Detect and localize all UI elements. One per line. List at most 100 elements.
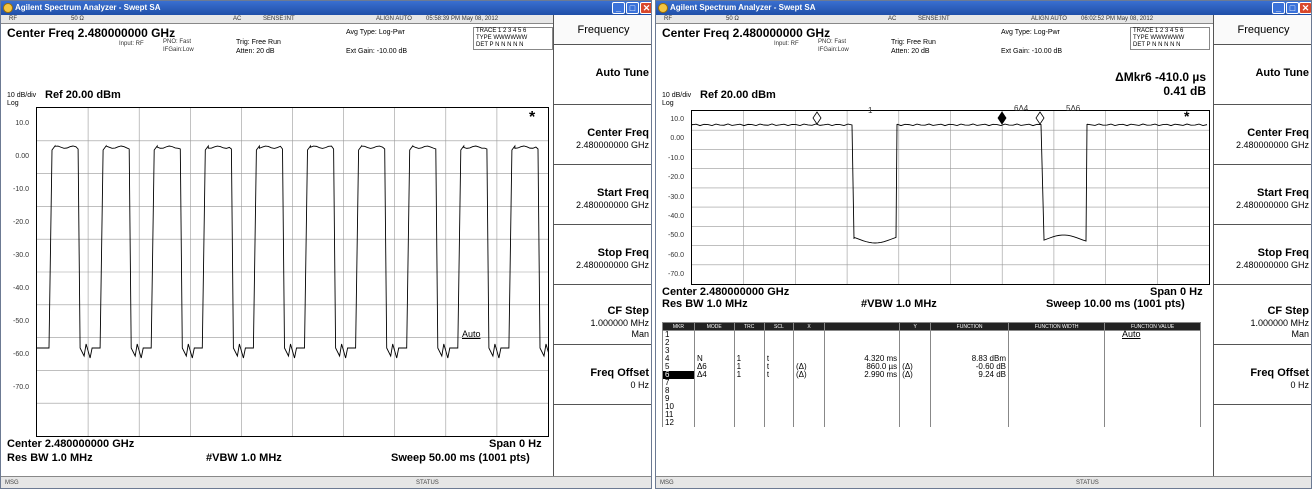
marker-table-row[interactable]: 7 [662,379,1201,387]
center-freq-header: Center Freq 2.480000000 GHz [7,26,176,40]
cf-step-auto-man: Auto Man [462,329,649,339]
auto-tune-button[interactable]: Auto Tune [1214,45,1311,105]
marker-table-cell [930,387,1009,395]
center-freq-button[interactable]: Center Freq 2.480000000 GHz [554,105,651,165]
res-bw-label: Res BW 1.0 MHz [7,452,93,464]
right-title-bar: Agilent Spectrum Analyzer - Swept SA [656,1,1311,15]
trace-row-2: TYPE WWWWWW [476,35,528,41]
y-tick-label: -60.0 [668,251,684,259]
marker-table-row[interactable]: 8 [662,387,1201,395]
cf-step-auto: Auto [462,329,481,339]
cf-step-key-label: CF Step [607,305,649,317]
marker-table-cell [1007,371,1106,379]
close-button[interactable]: ✕ [640,2,651,14]
marker-table-cell [733,379,765,387]
close-button[interactable]: ✕ [1299,2,1311,14]
pno-label: PNO: Fast [818,39,847,45]
marker-table-cell [1104,339,1201,347]
freq-offset-button[interactable]: Freq Offset 0 Hz [554,345,651,405]
marker-table-row[interactable]: 5 Δ6 1 t (Δ) 860.0 µs (Δ) -0.60 dB [662,363,1201,371]
trace-indicator: TRACE 1 2 3 4 5 6 TYPE WWWWWW DET P N N … [1130,27,1210,50]
marker-table-cell: (Δ) [899,371,932,379]
marker-table-row[interactable]: 1 [662,330,1201,339]
marker-table-row[interactable]: 4 N 1 t 4.320 ms 8.83 dBm [662,355,1201,363]
marker-table-cell [693,395,735,403]
center-freq-key-value: 2.480000000 GHz [1235,140,1309,150]
y-tick-label: -10.0 [13,185,29,193]
marker-table-cell [1104,419,1201,427]
marker-table-cell [899,379,932,387]
y-tick-label: 10.0 [670,115,684,123]
marker-table-cell [793,395,826,403]
freq-offset-key-label: Freq Offset [1250,367,1309,379]
marker-table-cell [1007,403,1106,411]
maximize-button[interactable]: □ [1286,2,1299,14]
marker-table-cell [824,330,901,339]
minimize-button[interactable]: _ [1272,2,1285,14]
marker-table-row[interactable]: 3 [662,347,1201,355]
marker-table-cell [793,339,826,347]
app-icon [658,3,668,13]
marker-table-cell [733,419,765,427]
marker-table-cell [693,387,735,395]
marker-table-row[interactable]: 10 [662,403,1201,411]
stop-freq-button[interactable]: Stop Freq 2.480000000 GHz [1214,225,1311,285]
center-freq-button[interactable]: Center Freq 2.480000000 GHz [1214,105,1311,165]
marker-table-column-header: MODE [693,322,735,331]
marker-table-cell [930,411,1009,419]
cf-step-button[interactable]: CF Step 1.000000 MHz Auto Man [462,285,651,345]
marker-table-column-header: SCL [763,322,795,331]
cf-step-key-value: 1.000000 MHz [1250,318,1309,328]
marker-table-column-header: FUNCTION WIDTH [1007,322,1106,331]
marker-table-row[interactable]: 11 [662,411,1201,419]
marker-table-cell [693,419,735,427]
res-bw-label: Res BW 1.0 MHz [662,298,748,310]
marker-diamond [997,111,1007,125]
ext-gain-label: Ext Gain: -10.00 dB [1001,48,1063,55]
y-tick-label: 0.00 [15,152,29,160]
marker-table-cell [930,419,1009,427]
marker-table-row[interactable]: 9 [662,395,1201,403]
right-info-bar: RF 50 Ω AC SENSE:INT ALIGN AUTO 06:02:52… [656,15,1213,24]
sweep-label: Sweep 10.00 ms (1001 pts) [1046,298,1185,310]
marker-table-cell [1104,347,1201,355]
start-freq-key-value: 2.480000000 GHz [575,200,649,210]
start-freq-button[interactable]: Start Freq 2.480000000 GHz [554,165,651,225]
y-tick-label: -20.0 [13,218,29,226]
y-tick-label: -20.0 [668,174,684,182]
coupling: AC [888,16,897,22]
marker-table-cell: 1 [733,371,765,379]
softkey-menu-title: Frequency [554,15,651,45]
marker-table-row[interactable]: 6 Δ4 1 t (Δ) 2.990 ms (Δ) 9.24 dB [662,371,1201,379]
right-trace-line [691,123,1208,244]
input-label: Input: RF [119,41,144,47]
marker-table-cell [793,330,826,339]
marker-table-cell [763,395,795,403]
cf-step-button[interactable]: CF Step 1.000000 MHz Auto Man [1122,285,1311,345]
atten-label: Atten: 20 dB [891,48,930,55]
stop-freq-button[interactable]: Stop Freq 2.480000000 GHz [554,225,651,285]
minimize-button[interactable]: _ [612,2,625,14]
marker-table-cell [793,403,826,411]
marker-table-cell [930,339,1009,347]
impedance: 50 Ω [71,16,84,22]
stop-freq-key-label: Stop Freq [597,247,649,259]
y-tick-label: -40.0 [13,284,29,292]
marker-table-cell [824,403,901,411]
rf-indicator: RF [9,16,17,22]
maximize-button[interactable]: □ [626,2,639,14]
marker-table-row[interactable]: 12 [662,419,1201,427]
msg-label: MSG [660,480,674,486]
span-label: Span 0 Hz [1150,286,1203,298]
marker-table-cell [899,419,932,427]
auto-tune-button[interactable]: Auto Tune [554,45,651,105]
trace-row-1: TRACE 1 2 3 4 5 6 [1133,28,1184,34]
marker-table-cell [693,339,735,347]
marker-table-cell [824,395,901,403]
marker-table-row[interactable]: 2 [662,339,1201,347]
marker-table-cell [899,339,932,347]
cf-step-man: Man [1291,329,1309,339]
start-freq-button[interactable]: Start Freq 2.480000000 GHz [1214,165,1311,225]
ref-level: Ref 20.00 dBm [700,89,776,101]
freq-offset-button[interactable]: Freq Offset 0 Hz [1214,345,1311,405]
